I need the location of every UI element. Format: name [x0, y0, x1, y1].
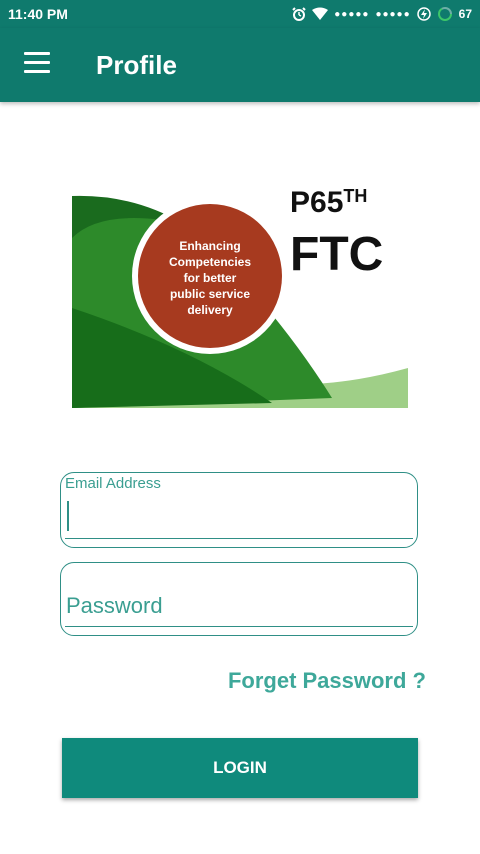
text-caret — [67, 501, 69, 531]
status-icons: ●●●●● ●●●●● 67 — [292, 5, 472, 23]
charging-icon — [416, 7, 431, 21]
alarm-icon — [292, 7, 306, 21]
logo-header-ftc: FTC — [290, 228, 383, 281]
email-field[interactable]: Email Address — [60, 472, 418, 548]
status-bar: 11:40 PM ●●●●● ●●●●● 67 — [0, 0, 480, 28]
logo-circle-line-4: public service — [170, 287, 250, 301]
signal-dots-1: ●●●●● — [334, 8, 370, 20]
logo-circle-line-5: delivery — [187, 303, 233, 317]
ftc-logo: Enhancing Competencies for better public… — [72, 178, 408, 408]
battery-level: 67 — [458, 7, 472, 21]
signal-dots-2: ●●●●● — [375, 8, 411, 20]
page-title: Profile — [96, 50, 177, 80]
hamburger-menu-icon[interactable] — [24, 52, 50, 74]
password-field[interactable]: Password — [60, 562, 418, 636]
status-time: 11:40 PM — [8, 6, 68, 22]
logo-circle-line-1: Enhancing — [179, 239, 240, 253]
logo-circle-line-2: Competencies — [169, 255, 251, 269]
email-label: Email Address — [65, 475, 161, 492]
logo-header-p65: P65 — [290, 186, 343, 219]
logo-circle-line-3: for better — [184, 271, 237, 285]
password-placeholder: Password — [66, 593, 163, 618]
logo-header-superscript: TH — [343, 186, 367, 206]
app-bar: Profile — [0, 28, 480, 102]
email-underline — [65, 537, 413, 539]
password-underline — [65, 625, 413, 627]
battery-ring-icon — [437, 7, 452, 21]
wifi-icon — [312, 7, 329, 20]
login-button[interactable]: LOGIN — [62, 738, 418, 798]
forget-password-link[interactable]: Forget Password ? — [228, 668, 426, 694]
